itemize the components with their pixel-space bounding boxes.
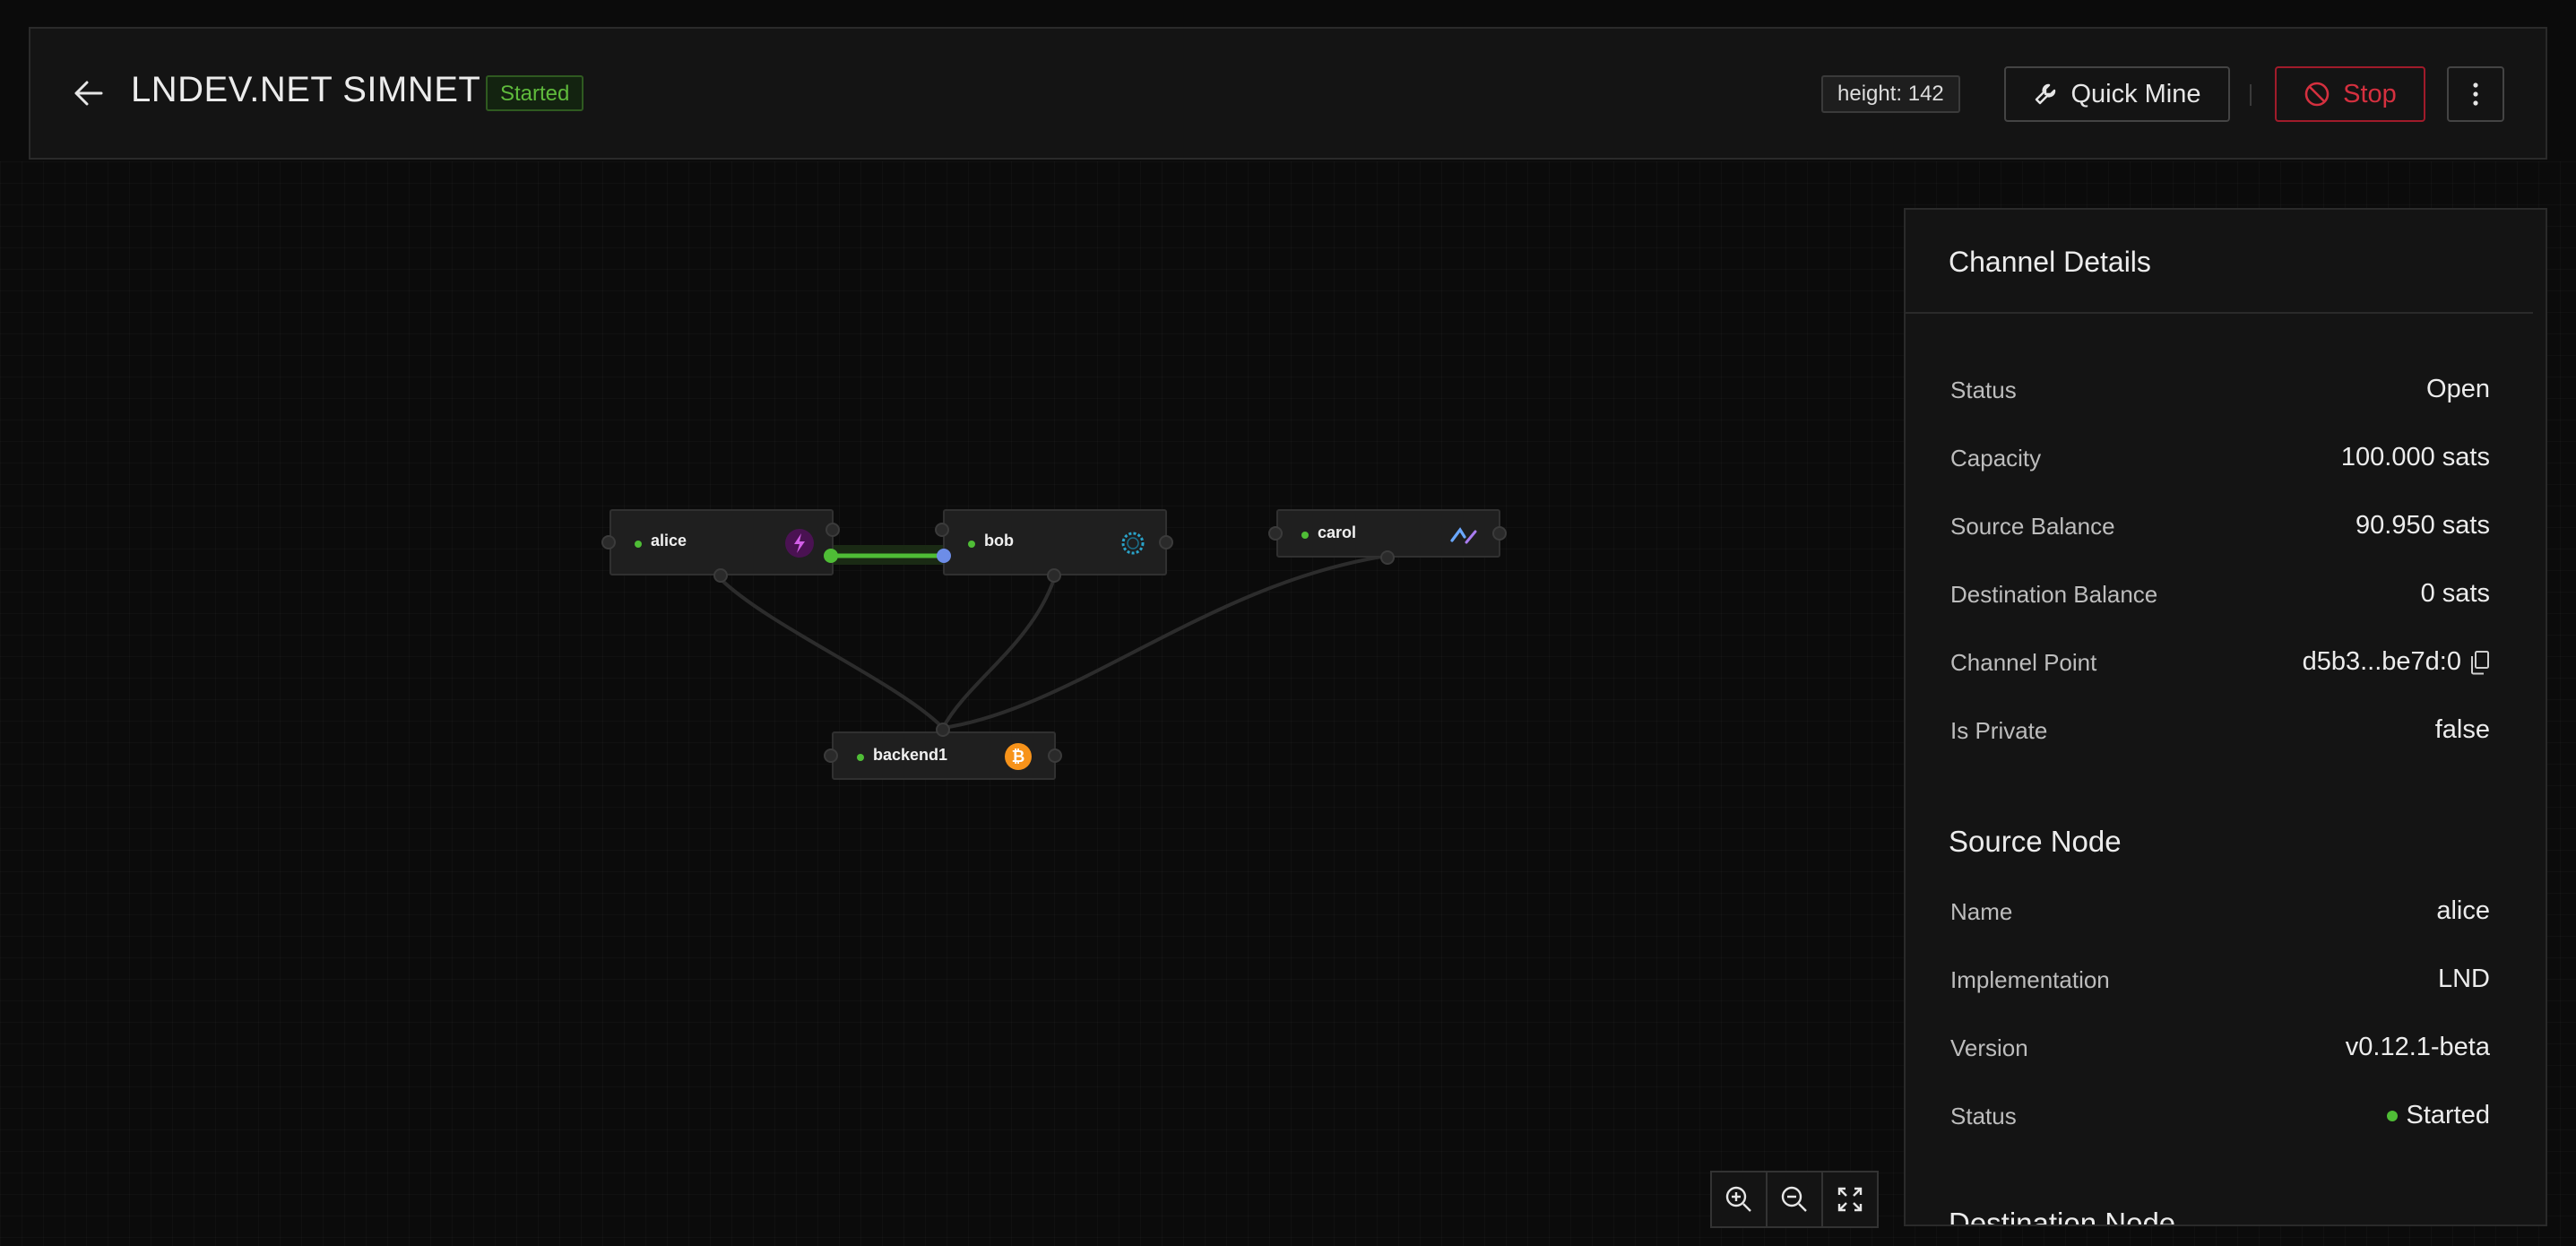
detail-row-capacity: Capacity 100.000 sats <box>1950 439 2490 475</box>
svg-text:₿: ₿ <box>1012 748 1025 766</box>
detail-value: 0 sats <box>2420 579 2490 608</box>
port-bob-bottom[interactable] <box>1047 568 1061 583</box>
source-status-value: Started <box>2406 1101 2491 1129</box>
zoom-controls <box>1710 1171 1879 1228</box>
port-alice-bottom[interactable] <box>713 568 728 583</box>
eclair-ring-icon <box>1121 532 1145 555</box>
source-node-title: Source Node <box>1949 825 2122 858</box>
panel-divider <box>1906 312 2533 314</box>
block-height-badge: height: 142 <box>1821 75 1960 113</box>
detail-row-destination-balance: Destination Balance 0 sats <box>1950 575 2490 611</box>
source-row-implementation: Implementation LND <box>1950 961 2490 997</box>
port-carol-left[interactable] <box>1268 526 1283 541</box>
detail-value: 100.000 sats <box>2340 443 2490 472</box>
port-alice-right[interactable] <box>826 523 840 537</box>
panel-title: Channel Details <box>1949 246 2151 278</box>
bitcoin-icon: ₿ <box>1005 743 1032 770</box>
detail-value-wrap: d5b3...be7d:0 <box>2303 647 2490 677</box>
stop-label: Stop <box>2343 79 2397 108</box>
detail-label: Is Private <box>1950 717 2048 744</box>
source-row-name: Name alice <box>1950 893 2490 929</box>
port-backend1-left[interactable] <box>824 748 838 763</box>
detail-value: LND <box>2437 965 2490 993</box>
node-alice[interactable]: alice <box>609 509 834 575</box>
detail-row-channel-point: Channel Point d5b3...be7d:0 <box>1950 644 2490 679</box>
port-bob-right[interactable] <box>1159 535 1173 549</box>
source-row-version: Version v0.12.1-beta <box>1950 1029 2490 1065</box>
detail-value: v0.12.1-beta <box>2345 1033 2490 1061</box>
detail-label: Source Balance <box>1950 513 2115 540</box>
port-bob-left[interactable] <box>935 523 949 537</box>
node-name: carol <box>1318 523 1357 541</box>
link-carol-backend1 <box>942 554 1388 730</box>
detail-label: Status <box>1950 376 2017 403</box>
port-alice-left[interactable] <box>601 535 616 549</box>
channel-details-panel[interactable]: Channel Details Status Open Capacity 100… <box>1904 208 2547 1226</box>
link-bob-backend1 <box>941 578 1056 729</box>
port-alice-right-channel[interactable] <box>824 549 838 563</box>
zoom-in-button[interactable] <box>1712 1172 1768 1226</box>
page-title: LNDEV.NET SIMNET <box>131 70 481 109</box>
source-row-status: Status Started <box>1950 1097 2490 1133</box>
c-lightning-icon <box>1450 527 1477 544</box>
zoom-out-button[interactable] <box>1768 1172 1823 1226</box>
detail-value: 90.950 sats <box>2356 511 2490 540</box>
node-name: bob <box>984 532 1014 549</box>
status-dot <box>968 541 975 548</box>
detail-label: Destination Balance <box>1950 581 2158 608</box>
port-carol-bottom[interactable] <box>1380 550 1395 565</box>
status-dot <box>2386 1110 2398 1121</box>
expand-icon <box>1837 1187 1863 1212</box>
more-options-button[interactable] <box>2447 66 2504 122</box>
detail-label: Name <box>1950 898 2013 925</box>
detail-label: Channel Point <box>1950 649 2097 676</box>
detail-row-status: Status Open <box>1950 371 2490 407</box>
channel-point-value: d5b3...be7d:0 <box>2302 647 2461 676</box>
detail-label: Capacity <box>1950 445 2042 472</box>
node-bob[interactable]: bob <box>943 509 1167 575</box>
port-backend1-right[interactable] <box>1048 748 1062 763</box>
status-dot <box>635 541 642 548</box>
fit-view-button[interactable] <box>1823 1172 1877 1226</box>
status-dot <box>857 754 864 761</box>
port-bob-left-channel[interactable] <box>937 549 951 563</box>
detail-value: alice <box>2436 896 2490 925</box>
copy-icon[interactable] <box>2470 650 2490 675</box>
quick-mine-button[interactable]: Quick Mine <box>2004 66 2230 122</box>
port-carol-right[interactable] <box>1492 526 1507 541</box>
detail-row-is-private: Is Private false <box>1950 712 2490 748</box>
status-badge: Started <box>486 75 584 111</box>
zoom-in-icon <box>1725 1186 1751 1212</box>
port-backend1-top[interactable] <box>936 723 950 737</box>
tool-icon <box>2036 83 2056 105</box>
arrow-left-icon <box>74 81 103 106</box>
zoom-out-icon <box>1781 1186 1807 1212</box>
quick-mine-label: Quick Mine <box>2070 79 2201 108</box>
lightning-icon <box>785 529 814 558</box>
stop-icon <box>2304 82 2330 107</box>
destination-node-title: Destination Node <box>1949 1207 2176 1226</box>
header-divider <box>2250 84 2252 106</box>
status-dot <box>1301 532 1309 539</box>
detail-row-source-balance: Source Balance 90.950 sats <box>1950 507 2490 543</box>
more-vertical-icon <box>2473 82 2478 106</box>
node-backend1[interactable]: backend1 ₿ <box>832 731 1056 780</box>
detail-label: Version <box>1950 1034 2028 1061</box>
detail-value: false <box>2434 715 2490 744</box>
detail-value-wrap: Started <box>2386 1101 2491 1130</box>
node-name: backend1 <box>873 746 948 764</box>
detail-label: Status <box>1950 1103 2017 1129</box>
link-alice-backend1 <box>719 577 945 730</box>
detail-value: Open <box>2426 375 2490 403</box>
stop-button[interactable]: Stop <box>2275 66 2425 122</box>
node-name: alice <box>651 532 687 549</box>
back-button[interactable] <box>70 75 106 111</box>
detail-label: Implementation <box>1950 966 2110 993</box>
